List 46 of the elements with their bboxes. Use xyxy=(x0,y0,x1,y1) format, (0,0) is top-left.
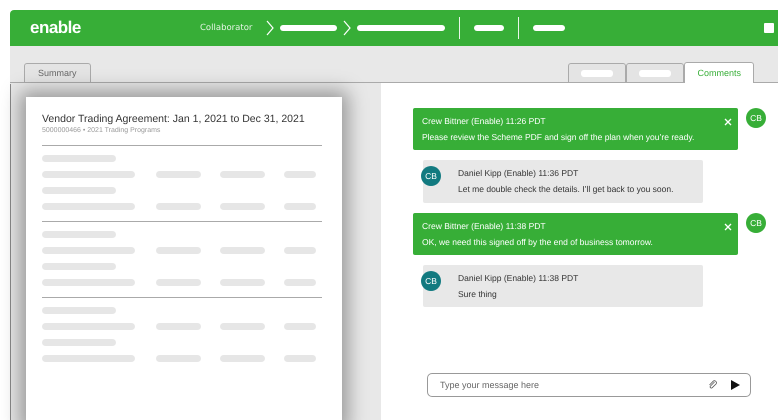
message-author: Daniel Kipp (Enable) 11:36 PDT xyxy=(458,167,578,180)
message-author: Crew Bittner (Enable) 11:26 PDT xyxy=(422,115,546,128)
message-author: Daniel Kipp (Enable) 11:38 PDT xyxy=(458,272,578,285)
placeholder-line xyxy=(156,203,201,210)
message-text: OK, we need this signed off by the end of business tomorrow. xyxy=(422,236,654,249)
send-icon[interactable] xyxy=(730,380,740,390)
message-text: Let me double check the details. I’ll get back to you soon. xyxy=(458,183,674,196)
summary-tab[interactable]: Summary xyxy=(24,63,91,82)
logo: enable xyxy=(30,18,82,38)
message-field[interactable]: Type your message here xyxy=(438,379,708,391)
placeholder-pill xyxy=(474,25,504,31)
placeholder-line xyxy=(220,279,265,286)
chevron-icon xyxy=(266,20,274,36)
placeholder-line xyxy=(220,203,265,210)
placeholder-line xyxy=(284,355,316,362)
message-text: Please review the Scheme PDF and sign off the plan when you’re ready. xyxy=(422,131,696,144)
message-text: Sure thing xyxy=(458,288,498,301)
placeholder-pill xyxy=(533,25,566,31)
message-author: Crew Bittner (Enable) 11:38 PDT xyxy=(422,220,546,233)
placeholder-line xyxy=(284,247,316,254)
close-icon[interactable] xyxy=(724,222,732,231)
tab[interactable] xyxy=(568,63,626,82)
placeholder-line xyxy=(284,203,316,210)
breadcrumb-item[interactable]: Collaborator xyxy=(200,23,252,33)
comments-tab[interactable]: Comments xyxy=(684,62,754,83)
placeholder-line xyxy=(220,247,265,254)
placeholder-line xyxy=(284,323,316,330)
chevron-icon xyxy=(343,20,352,36)
placeholder-line xyxy=(156,247,201,254)
placeholder-line xyxy=(220,355,265,362)
message-box[interactable]: Type your message here xyxy=(427,373,751,397)
placeholder-pill xyxy=(280,25,338,31)
paperclip-icon[interactable] xyxy=(708,380,718,390)
close-icon[interactable] xyxy=(724,118,732,126)
avatar: CB xyxy=(746,108,766,128)
placeholder-line xyxy=(156,355,201,362)
tab[interactable] xyxy=(626,63,684,82)
document-title: Vendor Trading Agreement: Jan 1, 2021 to Dec 31, 2021 xyxy=(42,113,306,125)
placeholder-line xyxy=(220,323,265,330)
placeholder-line xyxy=(156,279,201,286)
avatar: CB xyxy=(746,212,766,233)
placeholder-line xyxy=(220,171,265,178)
placeholder-line xyxy=(156,323,201,330)
placeholder-line xyxy=(284,171,316,178)
placeholder-line xyxy=(284,279,316,286)
placeholder-line xyxy=(156,171,201,178)
